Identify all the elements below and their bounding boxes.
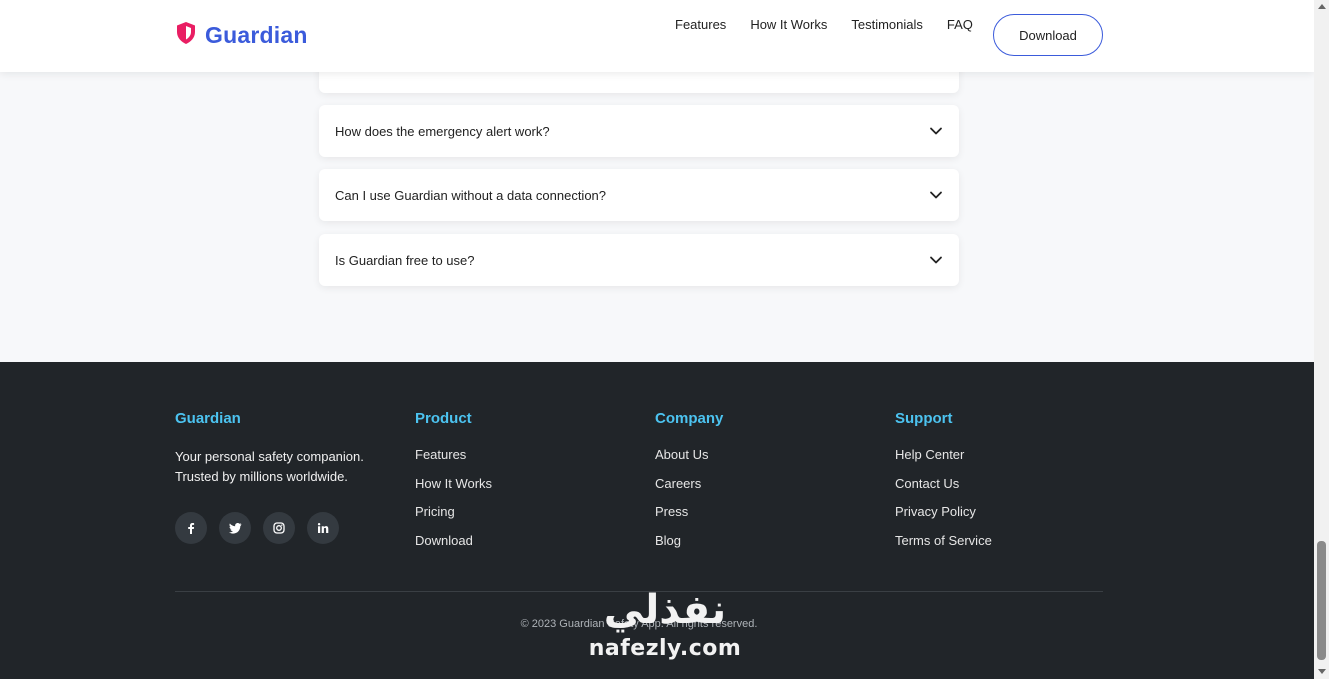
nav-how-it-works[interactable]: How It Works bbox=[750, 17, 827, 32]
footer-product-column: Product Features How It Works Pricing Do… bbox=[415, 410, 492, 561]
brand-logo[interactable]: Guardian bbox=[175, 21, 308, 50]
chevron-down-icon bbox=[929, 253, 943, 267]
faq-question: How does the emergency alert work? bbox=[335, 123, 550, 139]
scroll-down-arrow-icon[interactable] bbox=[1318, 669, 1326, 674]
footer-link[interactable]: Features bbox=[415, 447, 492, 476]
instagram-icon[interactable] bbox=[263, 512, 295, 544]
brand-name: Guardian bbox=[205, 22, 308, 48]
scroll-up-arrow-icon[interactable] bbox=[1318, 4, 1326, 9]
footer-product-title: Product bbox=[415, 410, 472, 427]
shield-icon bbox=[175, 21, 197, 50]
footer-brand-column: Guardian Your personal safety companion.… bbox=[175, 410, 375, 544]
site-header: Guardian Features How It Works Testimoni… bbox=[0, 0, 1314, 72]
faq-question: Is Guardian free to use? bbox=[335, 252, 475, 268]
footer-company-column: Company About Us Careers Press Blog bbox=[655, 410, 723, 561]
footer-company-title: Company bbox=[655, 410, 724, 427]
footer-link[interactable]: Help Center bbox=[895, 447, 992, 476]
footer-support-title: Support bbox=[895, 410, 953, 427]
download-button[interactable]: Download bbox=[993, 14, 1103, 56]
footer-tagline: Your personal safety companion. Trusted … bbox=[175, 449, 364, 484]
chevron-down-icon bbox=[929, 188, 943, 202]
footer-link[interactable]: Pricing bbox=[415, 504, 492, 533]
footer-link[interactable]: Press bbox=[655, 504, 723, 533]
footer-support-column: Support Help Center Contact Us Privacy P… bbox=[895, 410, 992, 561]
vertical-scrollbar[interactable] bbox=[1314, 0, 1329, 679]
footer-link[interactable]: Careers bbox=[655, 476, 723, 505]
watermark-logo: نفذلي nafezly.com bbox=[580, 586, 750, 679]
nav-features[interactable]: Features bbox=[675, 17, 726, 32]
footer-link[interactable]: Download bbox=[415, 533, 492, 562]
watermark-latin: nafezly.com bbox=[588, 636, 742, 661]
page: How does the emergency alert work? Can I… bbox=[0, 0, 1314, 679]
footer-link[interactable]: Contact Us bbox=[895, 476, 992, 505]
faq-item[interactable]: Is Guardian free to use? bbox=[319, 234, 959, 286]
social-links bbox=[175, 512, 375, 544]
footer-link[interactable]: How It Works bbox=[415, 476, 492, 505]
chevron-down-icon bbox=[929, 124, 943, 138]
faq-question: Can I use Guardian without a data connec… bbox=[335, 187, 607, 203]
nav-testimonials[interactable]: Testimonials bbox=[851, 17, 923, 32]
faq-item[interactable]: Can I use Guardian without a data connec… bbox=[319, 169, 959, 221]
footer-link[interactable]: Blog bbox=[655, 533, 723, 562]
twitter-icon[interactable] bbox=[219, 512, 251, 544]
watermark-arabic: نفذلي bbox=[603, 587, 727, 633]
linkedin-icon[interactable] bbox=[307, 512, 339, 544]
scrollbar-thumb[interactable] bbox=[1317, 541, 1326, 660]
footer-link[interactable]: Terms of Service bbox=[895, 533, 992, 562]
footer-brand-title: Guardian bbox=[175, 410, 241, 427]
facebook-icon[interactable] bbox=[175, 512, 207, 544]
footer-link[interactable]: About Us bbox=[655, 447, 723, 476]
footer-link[interactable]: Privacy Policy bbox=[895, 504, 992, 533]
nav-faq[interactable]: FAQ bbox=[947, 17, 973, 32]
faq-item[interactable]: How does the emergency alert work? bbox=[319, 105, 959, 157]
main-nav: Features How It Works Testimonials FAQ bbox=[675, 17, 973, 32]
